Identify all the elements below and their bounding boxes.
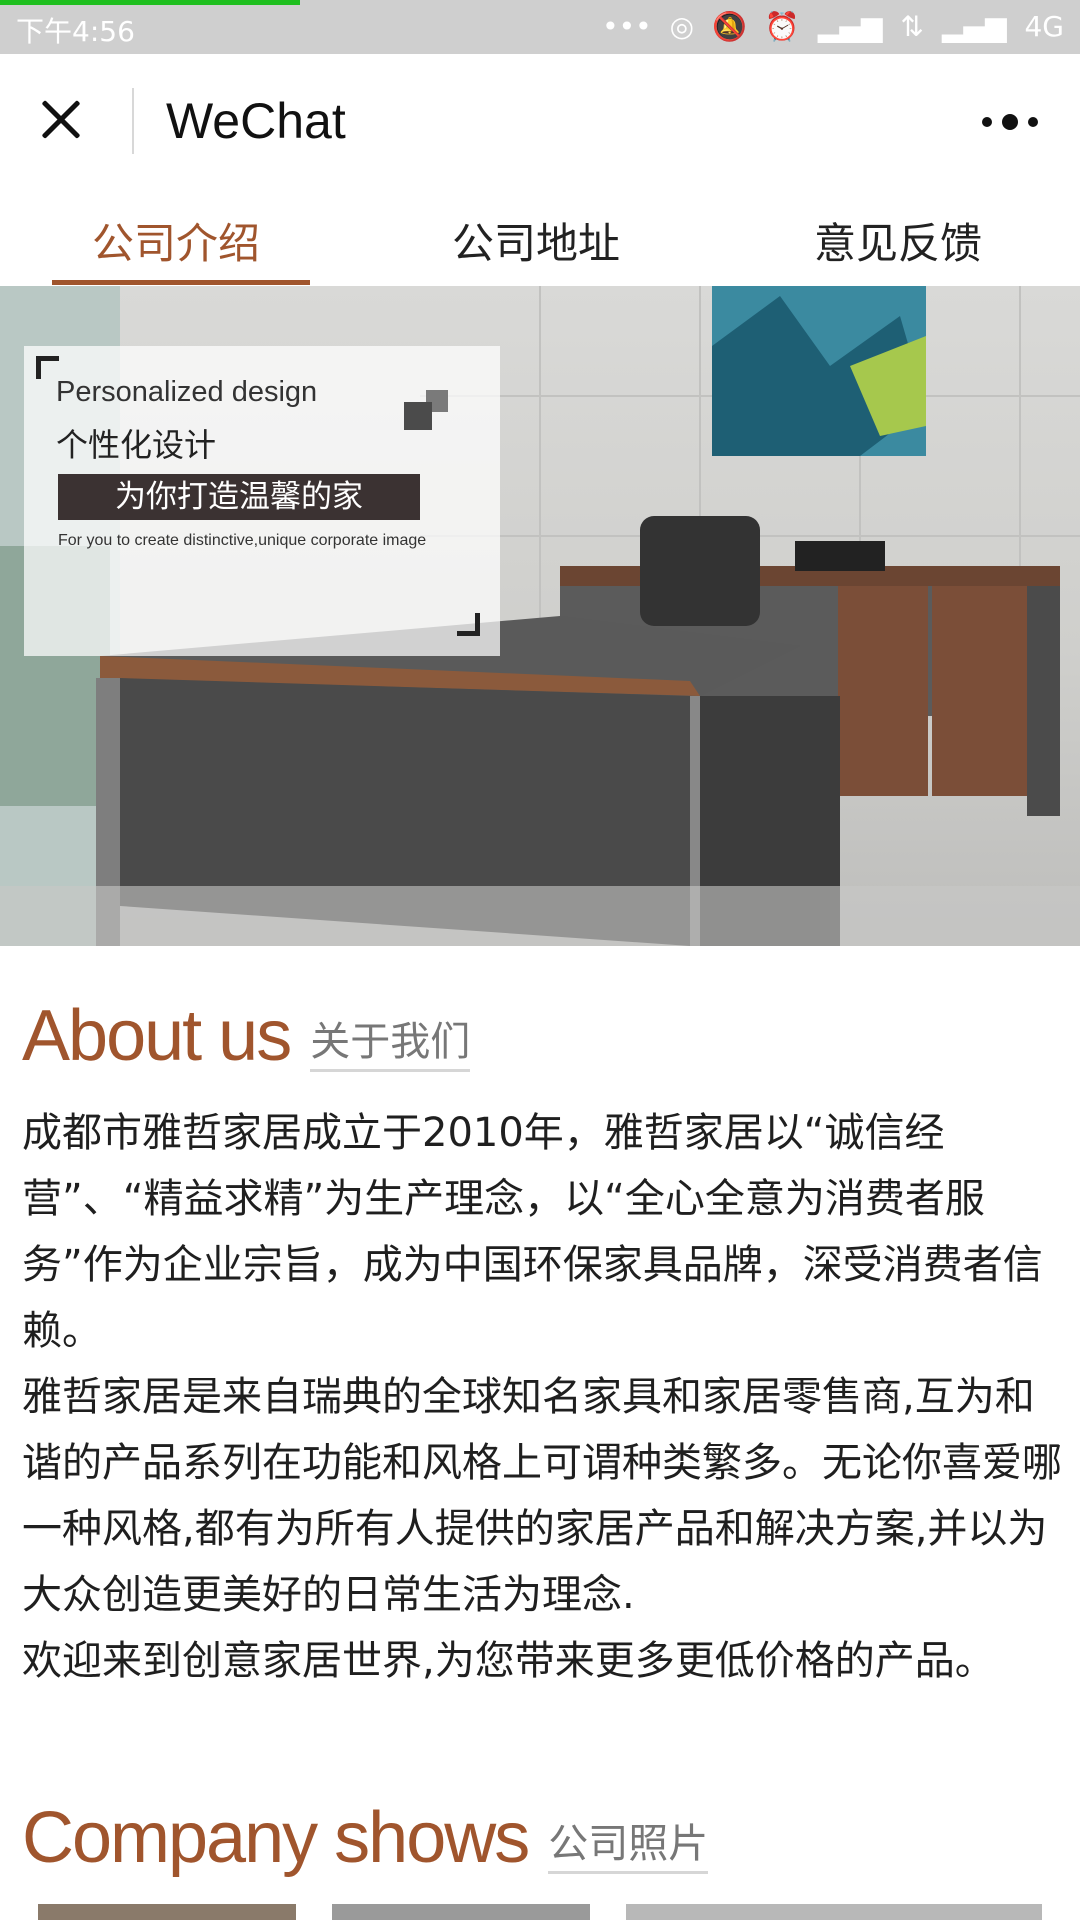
hotspot-icon: ◎: [669, 10, 695, 43]
company-photo[interactable]: [38, 1904, 296, 1920]
hero-slogan: 为你打造温馨的家: [58, 474, 420, 520]
company-photo-strip: [0, 1904, 1080, 1920]
page-load-progress: [0, 0, 300, 5]
company-shows-heading-cn: 公司照片: [548, 1811, 709, 1874]
active-tab-indicator: [52, 280, 310, 285]
more-dot: [1002, 114, 1018, 130]
more-dot: [982, 117, 992, 127]
signal-icon: ▂▄▆: [817, 10, 883, 43]
about-paragraph: 欢迎来到创意家居世界,为您带来更多更低价格的产品。: [22, 1638, 995, 1684]
corner-bracket-icon: [457, 613, 480, 636]
hero-caption: For you to create distinctive,unique cor…: [58, 532, 427, 549]
title-bar: WeChat: [0, 54, 1080, 190]
company-shows-heading: Company shows 公司照片: [22, 1798, 709, 1878]
company-photo[interactable]: [626, 1904, 1042, 1920]
status-bar: 下午4:56 ••• ◎ 🔕 ⏰ ▂▄▆ ⇅ ▂▄▆ 4G: [0, 0, 1080, 54]
mute-icon: 🔕: [712, 10, 747, 43]
data-arrows-icon: ⇅: [900, 10, 924, 43]
page-title: WeChat: [166, 93, 346, 149]
title-divider: [132, 88, 134, 154]
about-heading-en: About us: [22, 996, 292, 1076]
decor-square: [404, 402, 432, 430]
company-shows-heading-en: Company shows: [22, 1798, 530, 1878]
tab-company-intro[interactable]: 公司介绍: [92, 210, 260, 271]
more-icon[interactable]: [970, 102, 1050, 142]
alarm-icon: ⏰: [764, 10, 800, 43]
hero-en-title: Personalized design: [56, 376, 318, 408]
more-notifications-icon: •••: [602, 10, 652, 43]
about-paragraph: 雅哲家居是来自瑞典的全球知名家具和家居零售商,互为和谐的产品系列在功能和风格上可…: [22, 1374, 1062, 1618]
network-type: 4G: [1024, 10, 1064, 43]
close-icon[interactable]: [30, 82, 106, 158]
more-dot: [1028, 117, 1038, 127]
tab-bar: 公司介绍 公司地址 意见反馈: [0, 190, 1080, 286]
about-heading: About us 关于我们: [22, 996, 471, 1076]
hero-cn-title: 个性化设计: [56, 426, 217, 464]
signal-icon-2: ▂▄▆: [941, 10, 1007, 43]
status-icons: ••• ◎ 🔕 ⏰ ▂▄▆ ⇅ ▂▄▆ 4G: [602, 10, 1064, 43]
about-heading-cn: 关于我们: [310, 1009, 471, 1072]
about-paragraph: 成都市雅哲家居成立于2010年，雅哲家居以“诚信经营”、“精益求精”为生产理念，…: [22, 1110, 1043, 1354]
hero-banner: Personalized design 个性化设计 为你打造温馨的家 For y…: [0, 286, 1080, 946]
company-photo[interactable]: [332, 1904, 590, 1920]
tab-company-address[interactable]: 公司地址: [452, 210, 620, 271]
about-body: 成都市雅哲家居成立于2010年，雅哲家居以“诚信经营”、“精益求精”为生产理念，…: [22, 1100, 1062, 1694]
status-time: 下午4:56: [16, 15, 135, 48]
tab-feedback[interactable]: 意见反馈: [814, 210, 982, 271]
